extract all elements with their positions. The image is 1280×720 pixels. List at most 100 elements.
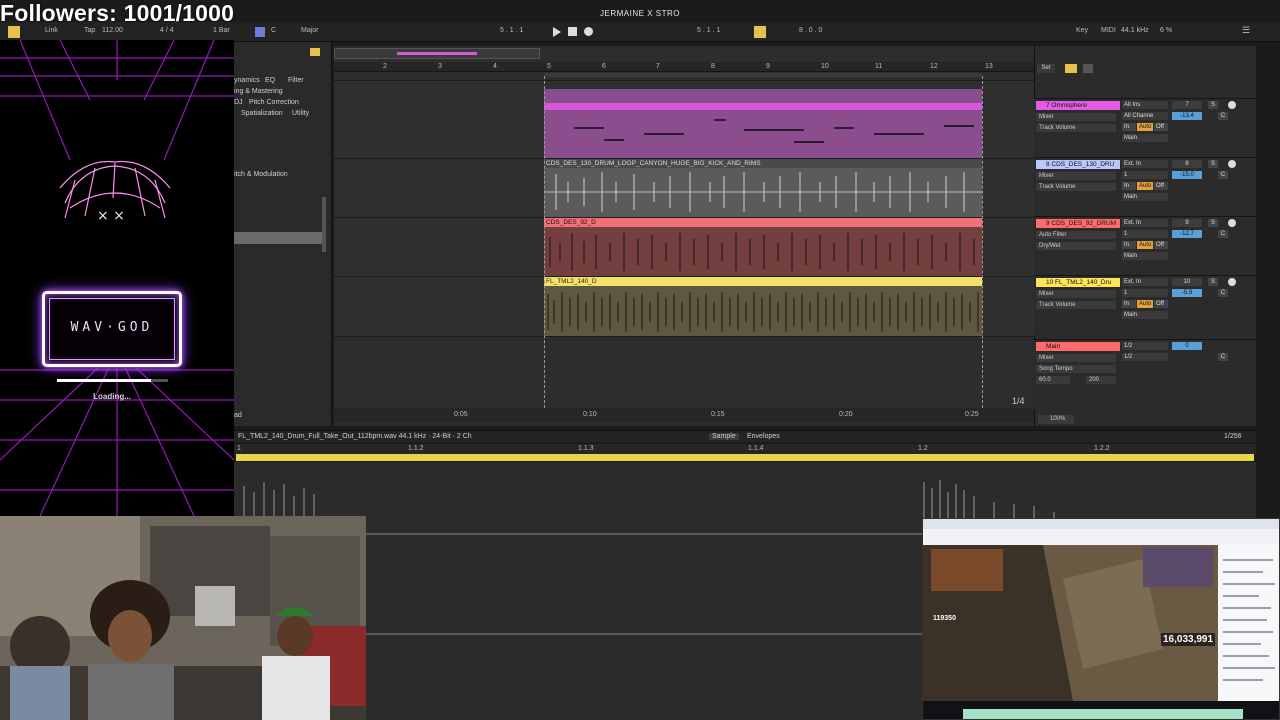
track-name[interactable]: Main	[1036, 342, 1120, 351]
input-type-select[interactable]: Ext. In	[1122, 219, 1168, 227]
main-io-select[interactable]: 1/2	[1122, 342, 1168, 350]
record-icon[interactable]	[584, 27, 593, 36]
volume-field[interactable]: -13.4	[1172, 112, 1202, 120]
monitor-in-button[interactable]: In	[1122, 182, 1136, 190]
tempo-field[interactable]: 112.00	[102, 27, 123, 34]
monitor-in-button[interactable]: In	[1122, 241, 1136, 249]
device-select[interactable]: Mixer	[1036, 290, 1116, 298]
parameter-select[interactable]: Track Volume	[1036, 301, 1116, 309]
solo-button[interactable]: S	[1208, 101, 1218, 109]
parameter-select[interactable]: Track Volume	[1036, 183, 1116, 191]
track-name[interactable]: 10 FL_TML2_140_Dru	[1036, 278, 1120, 287]
monitor-in-button[interactable]: In	[1122, 123, 1136, 131]
loop-start-field[interactable]: 5 . 1 . 1	[697, 27, 720, 34]
browser-selection[interactable]	[234, 232, 324, 244]
loop-toggle-icon[interactable]	[754, 26, 766, 38]
volume-field[interactable]: -5.9	[1172, 289, 1202, 297]
pan-center-button[interactable]: C	[1218, 289, 1228, 297]
browser-item[interactable]: DJ	[234, 99, 243, 106]
monitor-auto-button[interactable]: Auto	[1137, 241, 1153, 249]
lane-fl-tml2[interactable]: FL_TML2_140_D	[334, 276, 1034, 336]
browser-item[interactable]: itch & Modulation	[234, 171, 288, 178]
audio-clip[interactable]: CDS_DES_92_D	[544, 218, 982, 276]
arrangement-view[interactable]: 2 3 4 5 6 7 8 9 10 11 12 13 CDS_DES_130_DRUM_LOOP_C…	[334, 46, 1034, 426]
monitor-off-button[interactable]: Off	[1154, 182, 1168, 190]
lane-cds-130[interactable]: CDS_DES_130_DRUM_LOOP_CANYON_HUGE_BIG_KI…	[334, 158, 1034, 217]
range-min-field[interactable]: 60.0	[1036, 376, 1070, 384]
output-select[interactable]: Main	[1122, 193, 1168, 201]
main-track-header[interactable]: Main Mixer Song Tempo 60.0 200 1/2 1/2 0 C 100%	[1034, 339, 1256, 424]
detail-zoom[interactable]: 1/256	[1224, 433, 1242, 440]
time-signature-field[interactable]: 4 / 4	[160, 27, 174, 34]
track-header[interactable]: 7 Omnisphere Mixer Track Volume All Ins All …	[1034, 98, 1256, 157]
tab-envelopes[interactable]: Envelopes	[747, 433, 780, 440]
record-arm-icon[interactable]	[1228, 219, 1236, 227]
range-max-field[interactable]: 200	[1086, 376, 1116, 384]
lane-cds-92[interactable]: CDS_DES_92_D	[334, 217, 1034, 276]
volume-field[interactable]: -15.0	[1172, 171, 1202, 179]
output-select[interactable]: Main	[1122, 311, 1168, 319]
audio-clip[interactable]: CDS_DES_130_DRUM_LOOP_CANYON_HUGE_BIG_KI…	[544, 159, 982, 217]
input-type-select[interactable]: Ext. In	[1122, 278, 1168, 286]
key-toggle-icon[interactable]	[255, 27, 265, 37]
track-name[interactable]: 8 CDS_DES_130_DRU	[1036, 160, 1120, 169]
bar-ruler[interactable]: 2 3 4 5 6 7 8 9 10 11 12 13	[334, 62, 1034, 72]
device-select[interactable]: Mixer	[1036, 113, 1116, 121]
input-type-select[interactable]: All Ins	[1122, 101, 1168, 109]
parameter-select[interactable]: Dry/Wet	[1036, 242, 1116, 250]
device-select[interactable]: Mixer	[1036, 172, 1116, 180]
volume-field[interactable]: -12.7	[1172, 230, 1202, 238]
monitor-off-button[interactable]: Off	[1154, 241, 1168, 249]
set-button[interactable]: Set	[1037, 64, 1055, 73]
input-type-select[interactable]: Ext. In	[1122, 160, 1168, 168]
browser-scrollbar[interactable]	[322, 197, 326, 252]
song-position-field[interactable]: 5 . 1 . 1	[500, 27, 523, 34]
menu-icon[interactable]: ☰	[1242, 25, 1250, 36]
track-name[interactable]: 7 Omnisphere	[1036, 101, 1120, 110]
parameter-select[interactable]: Track Volume	[1036, 124, 1116, 132]
browser-item[interactable]: ing & Mastering	[234, 88, 283, 95]
quantize-select[interactable]: 1 Bar	[213, 27, 230, 34]
input-channel-select[interactable]: 1	[1122, 171, 1168, 179]
monitor-auto-button[interactable]: Auto	[1137, 300, 1153, 308]
key-select[interactable]: C	[271, 27, 276, 34]
loop-brace[interactable]	[544, 73, 982, 77]
pan-center-button[interactable]: C	[1218, 230, 1228, 238]
browser-item[interactable]: Spatialization	[241, 110, 283, 117]
solo-button[interactable]: S	[1208, 219, 1218, 227]
track-name[interactable]: 9 CDS_DES_92_DRUM	[1036, 219, 1120, 228]
output-select[interactable]: Main	[1122, 252, 1168, 260]
monitor-auto-button[interactable]: Auto	[1137, 182, 1153, 190]
monitor-off-button[interactable]: Off	[1154, 300, 1168, 308]
track-header[interactable]: 10 FL_TML2_140_Dru Mixer Track Volume Ext. …	[1034, 275, 1256, 335]
midi-map-button[interactable]: MIDI	[1101, 27, 1116, 34]
solo-button[interactable]: S	[1208, 278, 1218, 286]
scale-select[interactable]: Major	[301, 27, 319, 34]
time-ruler[interactable]: 0:05 0:10 0:15 0:20 0:25	[334, 408, 1034, 422]
stop-icon[interactable]	[568, 27, 577, 36]
parameter-select[interactable]: Song Tempo	[1036, 365, 1116, 373]
solo-button[interactable]: S	[1208, 160, 1218, 168]
browser-item[interactable]: EQ	[265, 77, 275, 84]
lane-empty[interactable]	[334, 336, 1034, 408]
tab-sample[interactable]: Sample	[709, 433, 739, 440]
lock-icon[interactable]	[1083, 64, 1093, 73]
main-io-select[interactable]: 1/2	[1122, 353, 1168, 361]
monitor-in-button[interactable]: In	[1122, 300, 1136, 308]
record-arm-icon[interactable]	[1228, 160, 1236, 168]
browser-toggle-icon[interactable]	[310, 48, 320, 56]
detail-ruler[interactable]: 1 1.1.2 1.1.3 1.1.4 1.2 1.2.2	[234, 444, 1256, 454]
track-header[interactable]: 8 CDS_DES_130_DRU Mixer Track Volume Ext. I…	[1034, 157, 1256, 216]
browser-item[interactable]: Pitch Correction	[249, 99, 299, 106]
browser-item[interactable]: Filter	[288, 77, 304, 84]
view-toggle-icon[interactable]	[8, 26, 20, 38]
pan-center-button[interactable]: C	[1218, 112, 1228, 120]
input-channel-select[interactable]: All Channe	[1122, 112, 1168, 120]
link-button[interactable]: Link	[45, 27, 58, 34]
monitor-off-button[interactable]: Off	[1154, 123, 1168, 131]
track-header[interactable]: 9 CDS_DES_92_DRUM Auto Filter Dry/Wet Ext. …	[1034, 216, 1256, 275]
browser-item[interactable]: Utility	[292, 110, 309, 117]
pan-center-button[interactable]: C	[1218, 171, 1228, 179]
midi-clip[interactable]	[544, 89, 982, 159]
audio-clip[interactable]: FL_TML2_140_D	[544, 277, 982, 336]
